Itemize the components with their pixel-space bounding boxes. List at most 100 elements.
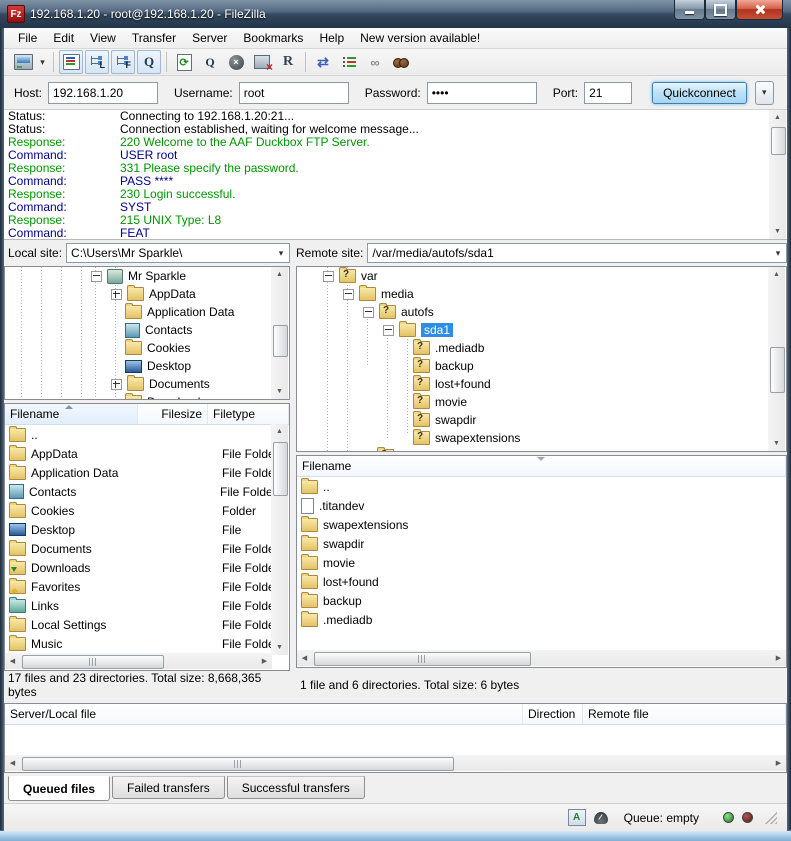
column-header-filetype[interactable]: Filetype [208,404,289,424]
scroll-thumb[interactable] [273,325,288,357]
file-row[interactable]: .. [5,425,289,444]
tree-item-desktop[interactable]: Desktop [5,357,289,375]
refresh-button[interactable]: ⟳ [172,50,196,74]
close-button[interactable] [736,0,783,20]
column-header-direction[interactable]: Direction [523,704,583,724]
toggle-local-tree-button[interactable]: L [85,50,109,74]
quickconnect-dropdown[interactable]: ▾ [755,81,774,105]
file-row[interactable]: FavoritesFile Folder [5,577,289,596]
file-row[interactable]: swapdir [297,534,786,553]
filter-button[interactable] [337,50,361,74]
log-scrollbar[interactable]: ▲ ▼ [769,110,786,239]
file-row[interactable]: swapextensions [297,515,786,534]
menu-help[interactable]: Help [311,29,352,47]
quickconnect-button[interactable]: Quickconnect [652,82,747,104]
port-input[interactable] [584,82,632,104]
directory-comparison-button[interactable]: ⇄ [311,50,335,74]
tree-item-appdata[interactable]: AppData [5,285,289,303]
file-row[interactable]: LinksFile Folder [5,596,289,615]
scroll-down-icon[interactable]: ▼ [769,224,786,239]
username-input[interactable] [239,82,349,104]
scroll-right-icon[interactable]: ▶ [771,650,786,666]
local-tree-scrollbar[interactable]: ▲ ▼ [271,267,288,399]
scroll-thumb[interactable] [273,442,288,496]
title-bar[interactable]: Fz 192.168.1.20 - root@192.168.1.20 - Fi… [0,0,791,28]
scroll-thumb[interactable] [771,127,786,155]
tree-item-autofs[interactable]: autofs [297,303,786,321]
scroll-up-icon[interactable]: ▲ [768,267,785,282]
column-header-remote-file[interactable]: Remote file [583,704,786,724]
toggle-remote-tree-button[interactable]: F [111,50,135,74]
tab-queued-files[interactable]: Queued files [8,776,110,801]
tree-item-backup[interactable]: backup [297,357,786,375]
file-row[interactable]: .. [297,477,786,496]
file-row[interactable]: Local SettingsFile Folder [5,615,289,634]
menu-bookmarks[interactable]: Bookmarks [235,29,311,47]
file-row[interactable]: movie [297,553,786,572]
tree-item-lost-found[interactable]: lost+found [297,375,786,393]
file-row[interactable]: Application DataFile Folder [5,463,289,482]
remote-site-combo[interactable]: /var/media/autofs/sda1 ▾ [367,243,787,263]
local-list-hscrollbar[interactable]: ◀ ▶ [5,653,272,669]
collapse-icon[interactable] [383,325,394,336]
menu-file[interactable]: File [10,29,45,47]
scroll-thumb[interactable] [22,757,454,771]
toggle-message-log-button[interactable] [59,50,83,74]
scroll-thumb[interactable] [314,652,531,666]
transfer-type-icon[interactable]: A [568,809,586,826]
local-site-combo[interactable]: C:\Users\Mr Sparkle\ ▾ [66,243,290,263]
scroll-left-icon[interactable]: ◀ [5,755,20,771]
tree-item-dvd[interactable]: dvd [297,447,786,452]
password-input[interactable] [427,82,537,104]
column-header-server-local-file[interactable]: Server/Local file [5,704,523,724]
site-manager-dropdown[interactable]: ▾ [36,51,49,73]
toggle-queue-button[interactable]: Q [137,50,161,74]
menu-transfer[interactable]: Transfer [124,29,184,47]
column-header-filesize[interactable]: Filesize [138,404,208,424]
tree-item-movie[interactable]: movie [297,393,786,411]
scroll-up-icon[interactable]: ▲ [769,110,786,125]
speed-limit-icon[interactable] [594,812,608,824]
remote-tree-scrollbar[interactable]: ▲ ▼ [768,267,785,451]
tree-item-sda1[interactable]: sda1 [297,321,786,339]
menu-server[interactable]: Server [184,29,235,47]
expand-icon[interactable] [111,289,122,300]
tree-item-application-data[interactable]: Application Data [5,303,289,321]
synchronized-browsing-button[interactable]: ∞ [363,50,387,74]
menu-new-version[interactable]: New version available! [352,29,488,47]
tree-item-media[interactable]: media [297,285,786,303]
scroll-left-icon[interactable]: ◀ [297,650,312,666]
process-queue-button[interactable]: Q [198,50,222,74]
tree-item-downloads[interactable]: Downloads [5,393,289,400]
scroll-thumb[interactable] [22,655,164,669]
combo-dropdown-icon[interactable]: ▾ [273,244,289,262]
collapse-icon[interactable] [363,307,374,318]
remote-list-hscrollbar[interactable]: ◀ ▶ [297,650,786,666]
scroll-left-icon[interactable]: ◀ [5,653,20,669]
tree-item-cookies[interactable]: Cookies [5,339,289,357]
collapse-icon[interactable] [91,271,102,282]
expand-icon[interactable] [111,379,122,390]
cancel-button[interactable]: × [224,50,248,74]
file-row[interactable]: .mediadb [297,610,786,629]
tree-item-mr-sparkle[interactable]: Mr Sparkle [5,267,289,285]
tree-item-documents[interactable]: Documents [5,375,289,393]
file-row[interactable]: DocumentsFile Folder [5,539,289,558]
file-row[interactable]: .titandev [297,496,786,515]
host-input[interactable] [48,82,158,104]
minimize-button[interactable] [674,0,705,20]
scroll-thumb[interactable] [770,347,785,393]
tree-item-swapextensions[interactable]: swapextensions [297,429,786,447]
find-files-button[interactable] [389,50,413,74]
file-row[interactable]: DownloadsFile Folder [5,558,289,577]
collapse-icon[interactable] [343,289,354,300]
scroll-right-icon[interactable]: ▶ [771,755,786,771]
reconnect-button[interactable]: R [276,50,300,74]
file-row[interactable]: DesktopFile [5,520,289,539]
resize-grip[interactable] [765,812,777,824]
file-row[interactable]: backup [297,591,786,610]
tree-item-var[interactable]: var [297,267,786,285]
combo-dropdown-icon[interactable]: ▾ [770,244,786,262]
menu-edit[interactable]: Edit [45,29,82,47]
scroll-down-icon[interactable]: ▼ [768,436,785,451]
